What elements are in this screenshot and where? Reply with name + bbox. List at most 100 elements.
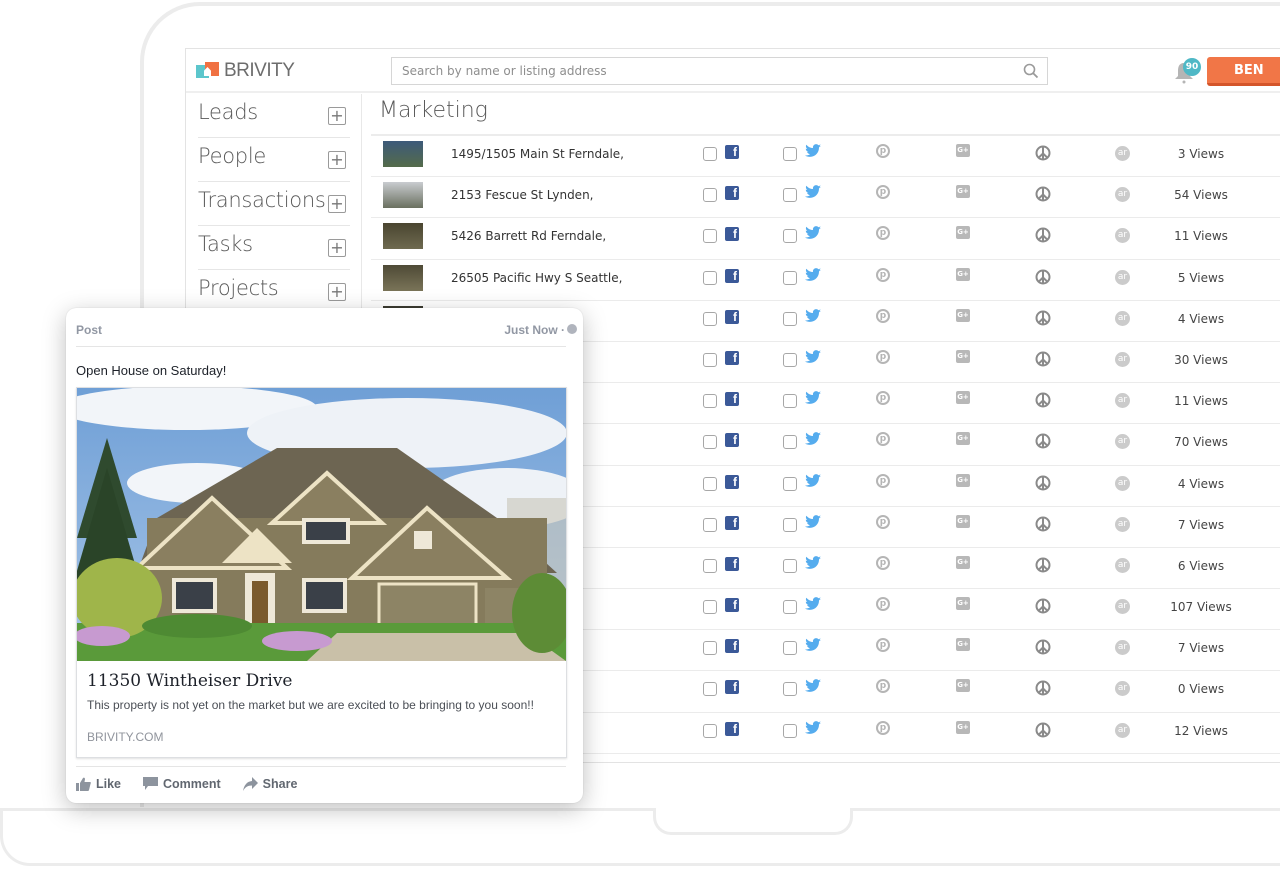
pinterest-icon[interactable]: p [876,144,890,158]
ar-icon[interactable]: ar [1115,228,1130,244]
pinterest-icon[interactable]: p [876,597,890,612]
google-plus-icon[interactable]: G+ [956,144,970,157]
listing-thumbnail[interactable] [383,141,423,167]
twitter-icon[interactable] [805,185,821,199]
comment-button[interactable]: Comment [143,777,221,791]
sidebar-item-people[interactable]: People + [198,138,350,182]
listing-address[interactable]: 2153 Fescue St Lynden, [451,188,593,202]
peace-icon[interactable] [1035,145,1051,161]
facebook-icon[interactable]: f [725,433,739,448]
sidebar-item-tasks[interactable]: Tasks + [198,226,350,270]
peace-icon[interactable] [1035,516,1051,532]
pinterest-icon[interactable]: p [876,679,890,694]
ar-icon[interactable]: ar [1115,516,1130,532]
peace-icon[interactable] [1035,433,1051,449]
twitter-share-checkbox[interactable] [783,311,797,326]
twitter-icon[interactable] [805,555,821,570]
pinterest-icon[interactable]: p [876,349,890,364]
twitter-icon[interactable] [805,391,821,405]
listing-thumbnail[interactable] [383,264,423,291]
pinterest-icon[interactable]: p [876,555,890,570]
like-button[interactable]: Like [76,777,121,791]
facebook-icon[interactable]: f [725,474,739,489]
peace-icon[interactable] [1035,227,1051,243]
facebook-share-checkbox[interactable] [703,311,717,326]
twitter-icon[interactable] [805,514,821,529]
twitter-share-checkbox[interactable] [783,517,797,532]
pinterest-icon[interactable]: p [876,391,890,406]
ar-icon[interactable]: ar [1115,681,1130,697]
google-plus-icon[interactable]: G+ [956,432,970,446]
twitter-icon[interactable] [805,679,821,693]
twitter-share-checkbox[interactable] [783,558,797,573]
facebook-icon[interactable]: f [725,680,739,695]
plus-square-icon[interactable]: + [328,151,346,169]
notification-count-badge[interactable]: 90 [1183,58,1201,76]
facebook-icon[interactable]: f [725,598,739,613]
peace-icon[interactable] [1035,598,1051,614]
peace-icon[interactable] [1035,392,1051,408]
twitter-share-checkbox[interactable] [783,682,797,697]
twitter-icon[interactable] [805,350,821,364]
facebook-icon[interactable]: f [725,350,739,365]
pinterest-icon[interactable]: p [876,514,890,529]
twitter-share-checkbox[interactable] [783,641,797,656]
peace-icon[interactable] [1035,310,1051,326]
share-button[interactable]: Share [242,777,297,791]
facebook-share-checkbox[interactable] [703,641,717,656]
twitter-share-checkbox[interactable] [783,229,797,244]
listing-address[interactable]: 5426 Barrett Rd Ferndale, [451,229,606,243]
facebook-share-checkbox[interactable] [703,517,717,532]
listing-thumbnail[interactable] [383,223,423,250]
facebook-icon[interactable]: f [725,556,739,571]
pinterest-icon[interactable]: p [876,720,890,735]
ar-icon[interactable]: ar [1115,640,1130,656]
pinterest-icon[interactable]: p [876,473,890,488]
google-plus-icon[interactable]: G+ [956,226,970,240]
facebook-icon[interactable]: f [725,639,739,654]
listing-address[interactable]: 1495/1505 Main St Ferndale, [451,147,624,161]
twitter-share-checkbox[interactable] [783,394,797,409]
ar-icon[interactable]: ar [1115,722,1130,738]
pinterest-icon[interactable]: p [876,267,890,282]
ar-icon[interactable]: ar [1115,599,1130,615]
pinterest-icon[interactable]: p [876,308,890,323]
google-plus-icon[interactable]: G+ [956,308,970,322]
google-plus-icon[interactable]: G+ [956,720,970,734]
facebook-share-checkbox[interactable] [703,229,717,244]
twitter-icon[interactable] [805,308,821,323]
brivity-logo[interactable]: BRIVITY [196,60,295,82]
peace-icon[interactable] [1035,680,1051,696]
facebook-icon[interactable]: f [725,309,739,324]
twitter-icon[interactable] [805,144,821,158]
listing-address[interactable]: 26505 Pacific Hwy S Seattle, [451,271,622,285]
peace-icon[interactable] [1035,639,1051,655]
facebook-share-checkbox[interactable] [703,600,717,615]
search-input[interactable] [392,58,1047,84]
google-plus-icon[interactable]: G+ [956,597,970,611]
facebook-share-checkbox[interactable] [703,435,717,450]
facebook-share-checkbox[interactable] [703,147,717,161]
google-plus-icon[interactable]: G+ [956,267,970,281]
ar-icon[interactable]: ar [1115,475,1130,491]
twitter-share-checkbox[interactable] [783,188,797,203]
listing-thumbnail[interactable] [383,182,423,209]
peace-icon[interactable] [1035,351,1051,367]
twitter-share-checkbox[interactable] [783,476,797,491]
ar-icon[interactable]: ar [1115,310,1130,326]
twitter-icon[interactable] [805,473,821,488]
pinterest-icon[interactable]: p [876,185,890,200]
peace-icon[interactable] [1035,557,1051,573]
facebook-share-checkbox[interactable] [703,558,717,573]
twitter-icon[interactable] [805,432,821,446]
ar-icon[interactable]: ar [1115,434,1130,450]
facebook-share-checkbox[interactable] [703,394,717,409]
facebook-icon[interactable]: f [725,721,739,736]
pinterest-icon[interactable]: p [876,432,890,447]
twitter-icon[interactable] [805,597,821,611]
peace-icon[interactable] [1035,186,1051,202]
ar-icon[interactable]: ar [1115,146,1130,161]
facebook-icon[interactable]: f [725,227,739,242]
facebook-icon[interactable]: f [725,145,739,159]
ar-icon[interactable]: ar [1115,393,1130,409]
